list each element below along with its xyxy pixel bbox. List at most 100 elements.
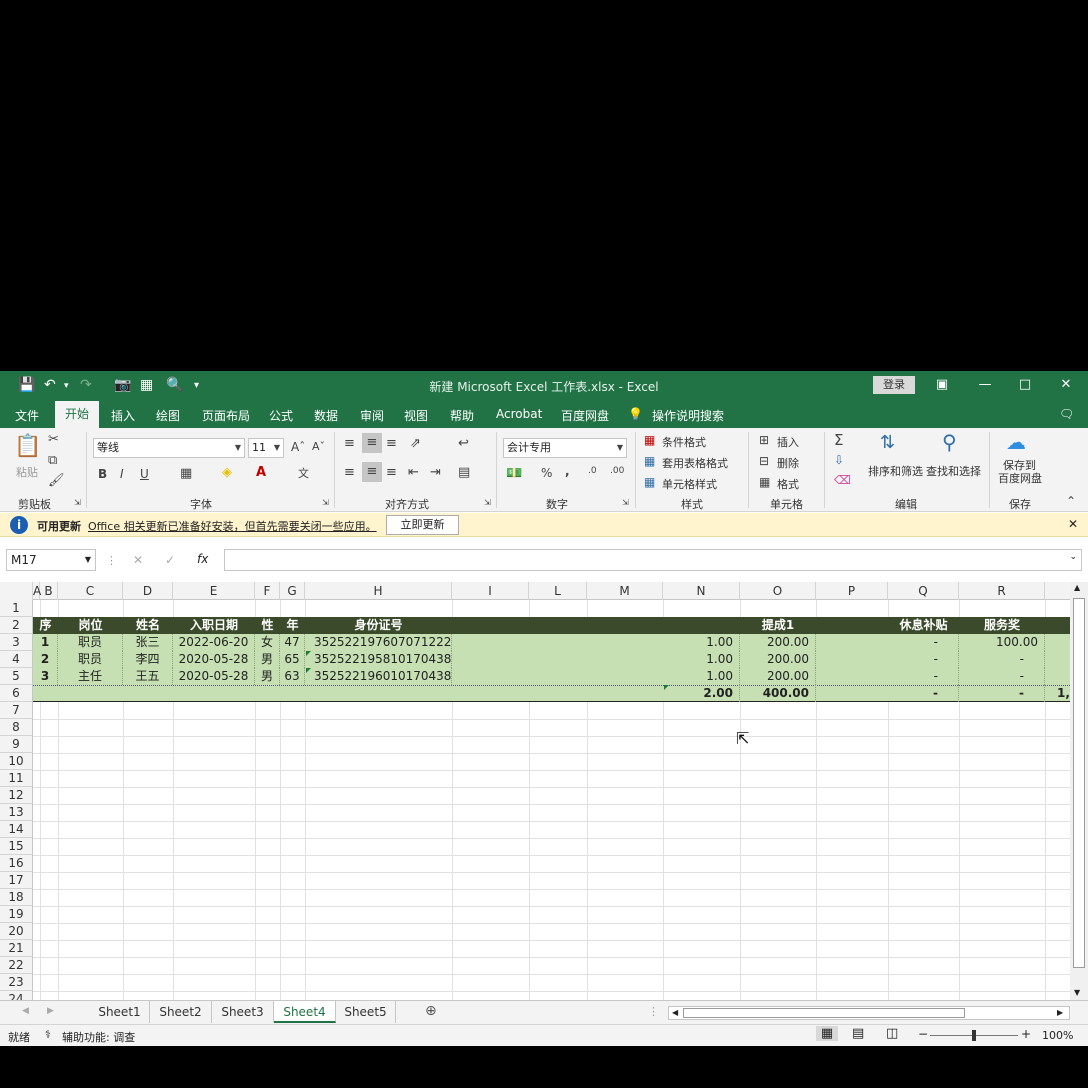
page-break-view-icon[interactable]: ◫	[886, 1026, 898, 1041]
table-cell[interactable]: 47	[280, 634, 305, 651]
tell-me-search[interactable]: 操作说明搜索	[652, 407, 724, 424]
table-cell[interactable]: 63	[280, 668, 305, 685]
header-seq[interactable]: 序	[33, 617, 58, 634]
borders-icon[interactable]: ▦	[180, 466, 192, 481]
phonetic-icon[interactable]: 文	[298, 465, 309, 481]
table-cell[interactable]: 男	[255, 668, 280, 685]
row-header[interactable]: 9	[0, 736, 33, 753]
conditional-format-button[interactable]: 条件格式	[662, 434, 706, 450]
sheet-tab-sheet2[interactable]: Sheet2	[150, 1001, 212, 1023]
font-size-combo[interactable]: 11 ▼	[248, 438, 284, 458]
col-header-g[interactable]: G	[280, 582, 305, 600]
table-cell[interactable]: 王五	[123, 668, 173, 685]
orientation-icon[interactable]: ⇗	[410, 436, 421, 451]
zoom-in-icon[interactable]: +	[1021, 1027, 1031, 1041]
tab-draw[interactable]: 绘图	[156, 407, 180, 424]
close-button[interactable]: ✕	[1054, 375, 1078, 395]
header-service-award[interactable]: 服务奖	[959, 617, 1045, 634]
table-cell[interactable]: 3	[33, 668, 58, 685]
table-cell[interactable]: 李四	[123, 651, 173, 668]
total-cell[interactable]: 2.00	[663, 685, 740, 702]
header-rest-allowance[interactable]: 休息补贴	[888, 617, 959, 634]
autosum-icon[interactable]: Σ	[834, 431, 843, 449]
col-header-e[interactable]: E	[173, 582, 255, 600]
tab-home[interactable]: 开始	[55, 401, 99, 428]
row-header[interactable]: 20	[0, 923, 33, 940]
row-header[interactable]: 12	[0, 787, 33, 804]
decrease-decimal-icon[interactable]: .00	[610, 466, 624, 476]
align-bottom-icon[interactable]: ≡	[386, 436, 397, 451]
row-header[interactable]: 5	[0, 668, 33, 685]
scroll-tabs-left-icon[interactable]: ◀	[22, 1006, 29, 1016]
normal-view-icon[interactable]: ▦	[816, 1026, 838, 1041]
scroll-tabs-right-icon[interactable]: ▶	[47, 1006, 54, 1016]
currency-icon[interactable]: 💵	[506, 466, 522, 481]
table-cell[interactable]: 张三	[123, 634, 173, 651]
merge-center-icon[interactable]: ▤	[458, 465, 470, 480]
clipboard-launcher-icon[interactable]: ⇲	[74, 498, 81, 507]
update-now-button[interactable]: 立即更新	[386, 515, 459, 535]
comments-icon[interactable]: 🗨	[1059, 407, 1074, 421]
cell-styles-button[interactable]: 单元格样式	[662, 476, 717, 492]
col-header-p[interactable]: P	[816, 582, 888, 600]
col-header-a[interactable]: A	[33, 582, 41, 600]
align-middle-icon[interactable]: ≡	[362, 433, 382, 453]
col-header-r[interactable]: R	[959, 582, 1045, 600]
total-cell[interactable]: -	[959, 685, 1045, 702]
wrap-text-icon[interactable]: ↩	[458, 436, 469, 451]
header-age[interactable]: 年	[280, 617, 305, 634]
table-cell[interactable]: 1.00	[663, 668, 740, 685]
shrink-font-icon[interactable]: Aˇ	[312, 440, 325, 453]
sheet-tab-sheet1[interactable]: Sheet1	[90, 1001, 150, 1023]
table-cell[interactable]: 职员	[58, 651, 123, 668]
sheet-tab-sheet5[interactable]: Sheet5	[336, 1001, 396, 1023]
table-cell[interactable]: -	[888, 668, 959, 685]
col-header-q[interactable]: Q	[888, 582, 959, 600]
format-as-table-button[interactable]: 套用表格格式	[662, 455, 728, 471]
italic-icon[interactable]: I	[120, 467, 124, 481]
row-header[interactable]: 11	[0, 770, 33, 787]
paste-icon[interactable]: 📋	[14, 434, 41, 459]
sheet-tab-sheet4[interactable]: Sheet4	[274, 1001, 336, 1023]
horizontal-scroll-thumb[interactable]	[683, 1008, 965, 1018]
tab-formulas[interactable]: 公式	[269, 407, 293, 424]
format-painter-icon[interactable]: 🖌	[48, 473, 65, 488]
col-header-h[interactable]: H	[305, 582, 452, 600]
zoom-level[interactable]: 100%	[1042, 1029, 1073, 1042]
row-header[interactable]: 14	[0, 821, 33, 838]
total-cell[interactable]: -	[888, 685, 959, 702]
table-cell[interactable]: 200.00	[740, 651, 816, 668]
row-header[interactable]: 16	[0, 855, 33, 872]
table-cell[interactable]: -	[959, 668, 1045, 685]
scroll-left-icon[interactable]: ◀	[672, 1008, 678, 1017]
row-header[interactable]: 13	[0, 804, 33, 821]
underline-icon[interactable]: U	[140, 467, 149, 481]
table-cell[interactable]: -	[959, 651, 1045, 668]
zoom-slider-thumb[interactable]	[972, 1030, 976, 1041]
row-header[interactable]: 19	[0, 906, 33, 923]
row-header[interactable]: 24	[0, 991, 33, 1000]
table-cell[interactable]: -	[888, 651, 959, 668]
row-header[interactable]: 10	[0, 753, 33, 770]
scroll-right-icon[interactable]: ▶	[1057, 1008, 1063, 1017]
row-header[interactable]: 6	[0, 685, 33, 702]
cancel-icon[interactable]: ✕	[133, 553, 143, 567]
name-box[interactable]: M17 ▼	[6, 549, 96, 571]
align-top-icon[interactable]: ≡	[344, 436, 355, 451]
copy-icon[interactable]: ⧉	[48, 453, 57, 468]
comma-style-icon[interactable]: ,	[565, 464, 570, 478]
row-header[interactable]: 22	[0, 957, 33, 974]
select-all-corner[interactable]	[0, 582, 33, 600]
row-header[interactable]: 2	[0, 617, 33, 634]
close-icon[interactable]: ✕	[1068, 517, 1078, 531]
tab-page-layout[interactable]: 页面布局	[202, 407, 250, 424]
vertical-scroll-thumb[interactable]	[1073, 598, 1085, 968]
col-header-f[interactable]: F	[255, 582, 280, 600]
font-launcher-icon[interactable]: ⇲	[322, 498, 329, 507]
login-button[interactable]: 登录	[873, 376, 915, 394]
col-header-d[interactable]: D	[123, 582, 173, 600]
table-cell[interactable]: 200.00	[740, 634, 816, 651]
header-name[interactable]: 姓名	[123, 617, 173, 634]
total-cell[interactable]: 400.00	[740, 685, 816, 702]
tab-help[interactable]: 帮助	[450, 407, 474, 424]
